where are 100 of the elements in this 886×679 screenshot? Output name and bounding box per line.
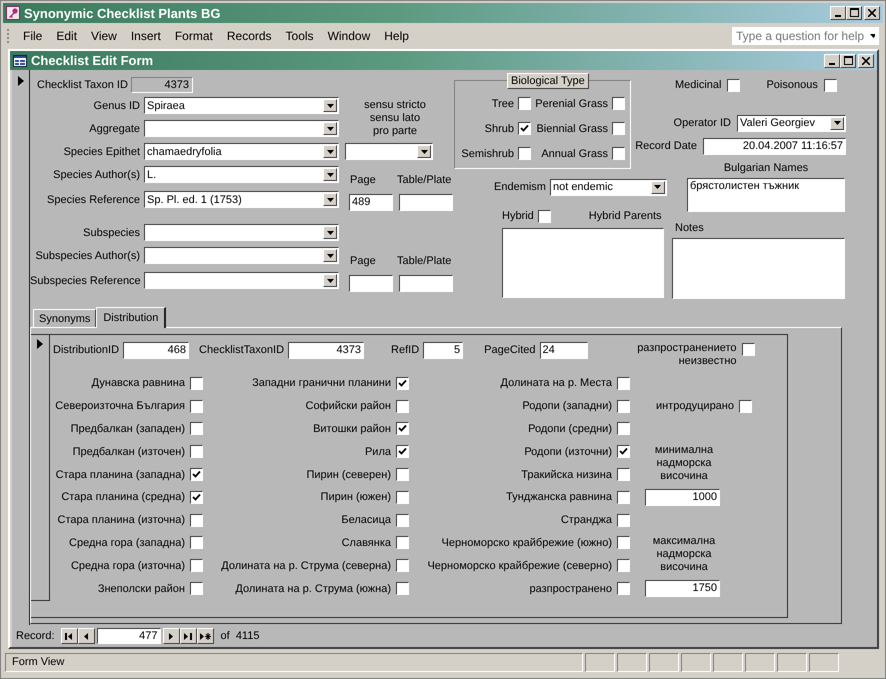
maximize-button[interactable] [840, 54, 856, 68]
table-plate-field[interactable] [399, 275, 453, 292]
close-button[interactable] [864, 6, 880, 20]
minimize-button[interactable] [830, 6, 846, 20]
hybrid-parents-field[interactable] [502, 228, 664, 298]
checkbox[interactable] [739, 400, 752, 413]
checkbox[interactable] [617, 376, 630, 390]
dropdown-field[interactable] [345, 143, 433, 160]
checkbox[interactable] [190, 445, 203, 458]
checkbox[interactable] [617, 400, 630, 413]
checkbox[interactable] [617, 468, 630, 482]
dropdown-arrow-button[interactable] [650, 180, 665, 194]
dropdown-field[interactable] [144, 120, 339, 137]
menu-item[interactable]: Help [377, 29, 416, 43]
menu-item[interactable]: Tools [278, 29, 321, 43]
checkbox[interactable] [612, 97, 625, 110]
tab[interactable]: Distribution [96, 307, 166, 328]
text-field[interactable]: 5 [423, 342, 464, 359]
checkbox[interactable] [190, 514, 203, 527]
checkbox[interactable] [190, 422, 203, 436]
text-field[interactable]: 24 [540, 342, 588, 359]
notes-field[interactable] [672, 238, 845, 299]
menu-item[interactable]: Edit [49, 29, 84, 43]
dropdown-arrow-button[interactable] [323, 193, 337, 206]
dropdown-arrow-button[interactable] [323, 168, 337, 181]
checkbox[interactable] [617, 445, 630, 458]
date-field[interactable]: 20.04.2007 11:16:57 [703, 138, 846, 154]
table-plate-field[interactable] [399, 194, 453, 211]
dropdown-arrow-button[interactable] [323, 274, 337, 287]
last-record-button[interactable] [180, 628, 197, 644]
dropdown-arrow-button[interactable] [323, 249, 337, 262]
checkbox[interactable] [190, 400, 203, 413]
checkbox[interactable] [612, 147, 625, 160]
dropdown-field[interactable]: L. [144, 166, 339, 183]
checkbox[interactable] [396, 536, 409, 550]
record-selector[interactable] [31, 335, 50, 601]
dropdown-field[interactable]: chamaedryfolia [144, 143, 339, 160]
dropdown-arrow-button[interactable] [830, 116, 844, 130]
checkbox[interactable] [617, 536, 630, 550]
checkbox[interactable] [396, 468, 409, 482]
tab[interactable]: Synonyms [33, 309, 96, 327]
text-field[interactable]: 468 [123, 342, 190, 359]
checkbox[interactable] [727, 78, 740, 92]
dropdown-field[interactable]: Spiraea [144, 97, 339, 114]
bulgarian-names-field[interactable]: брястолистен тъжник [687, 178, 845, 212]
previous-record-button[interactable] [78, 628, 95, 644]
checkbox[interactable] [396, 490, 409, 504]
checkbox[interactable] [190, 490, 203, 504]
page-field[interactable]: 489 [349, 194, 393, 211]
dropdown-field[interactable]: not endemic [550, 178, 667, 196]
checkbox[interactable] [396, 422, 409, 436]
checkbox[interactable] [190, 536, 203, 550]
dropdown-arrow-button[interactable] [323, 99, 337, 112]
checkbox[interactable] [396, 400, 409, 413]
checkbox[interactable] [190, 468, 203, 482]
checkbox[interactable] [396, 376, 409, 390]
dropdown-arrow-button[interactable] [323, 226, 337, 239]
menu-item[interactable]: File [16, 29, 50, 43]
next-record-button[interactable] [162, 628, 180, 644]
dropdown-field[interactable] [144, 247, 339, 264]
checkbox[interactable] [824, 78, 837, 92]
dropdown-field[interactable]: Valeri Georgiev [737, 114, 846, 132]
checkbox[interactable] [617, 422, 630, 436]
checkbox[interactable] [612, 122, 625, 135]
checkbox[interactable] [190, 376, 203, 390]
checkbox[interactable] [617, 490, 630, 504]
checkbox[interactable] [396, 514, 409, 527]
first-record-button[interactable] [60, 628, 78, 644]
checkbox[interactable] [190, 559, 203, 572]
checkbox[interactable] [742, 343, 755, 356]
menu-item[interactable]: Window [320, 29, 378, 43]
dropdown-field[interactable] [144, 224, 339, 241]
menu-item[interactable]: Insert [124, 29, 168, 43]
dropdown-field[interactable] [144, 272, 339, 289]
dropdown-arrow-button[interactable] [417, 145, 431, 158]
checkbox[interactable] [538, 210, 551, 222]
new-record-button[interactable] [196, 628, 214, 644]
checkbox[interactable] [518, 97, 531, 110]
menu-item[interactable]: View [84, 29, 124, 43]
record-number-field[interactable]: 477 [96, 628, 161, 644]
number-field[interactable]: 1000 [645, 488, 720, 506]
checkbox[interactable] [396, 582, 409, 596]
menu-item[interactable]: Format [168, 29, 220, 43]
checkbox[interactable] [396, 559, 409, 572]
checkbox[interactable] [518, 147, 531, 160]
help-field[interactable]: Type a question for help [732, 27, 879, 45]
dropdown-arrow-button[interactable] [323, 145, 337, 158]
dropdown-arrow-button[interactable] [323, 122, 337, 135]
checkbox[interactable] [617, 559, 630, 572]
page-field[interactable] [349, 275, 393, 292]
close-button[interactable] [858, 54, 874, 68]
checkbox[interactable] [396, 445, 409, 458]
minimize-button[interactable] [824, 54, 840, 68]
dropdown-field[interactable]: Sp. Pl. ed. 1 (1753) [144, 191, 339, 208]
maximize-button[interactable] [846, 6, 862, 20]
checkbox[interactable] [617, 582, 630, 596]
checkbox[interactable] [617, 514, 630, 527]
number-field[interactable]: 1750 [645, 580, 720, 598]
checkbox[interactable] [190, 582, 203, 596]
text-field[interactable]: 4373 [288, 342, 364, 359]
